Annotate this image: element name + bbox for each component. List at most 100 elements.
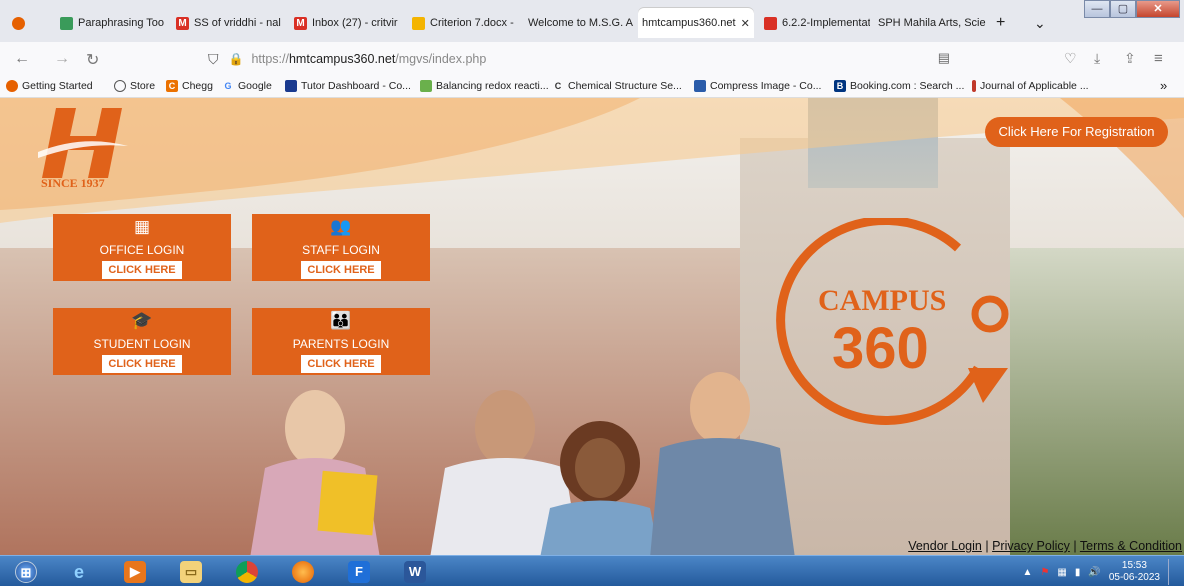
bookmarks-overflow-icon[interactable]: » [1160, 78, 1167, 93]
signal-icon[interactable]: ▮ [1075, 567, 1081, 578]
gmail-icon: M [294, 16, 307, 30]
tab-label: SPH Mahila Arts, Scie [878, 17, 986, 29]
bookmark-booking[interactable]: B Booking.com : Search ... [834, 80, 964, 92]
bookmark-store[interactable]: Store [114, 80, 155, 92]
office-login-label: OFFICE LOGIN [99, 243, 185, 257]
privacy-policy-link[interactable]: Privacy Policy [992, 539, 1070, 553]
globe-icon [114, 80, 126, 92]
bookmark-compress[interactable]: Compress Image - Co... [694, 80, 821, 92]
bookmark-journal[interactable]: Journal of Applicable ... [972, 80, 1089, 92]
tab-paraphrasing[interactable]: Paraphrasing Too [56, 8, 168, 38]
downloads-icon[interactable]: ⤓ [1094, 50, 1100, 67]
browser-nav-bar: ← → ↻ ⛉ 🔒 https://hmtcampus360.net/mgvs/… [0, 42, 1184, 76]
close-window-icon[interactable]: ✕ [1136, 0, 1180, 18]
tab-implementation[interactable]: 6.2.2-Implementat [760, 8, 870, 38]
share-icon[interactable]: ⇪ [1124, 50, 1136, 67]
tab-label: Inbox (27) - critvir [312, 17, 398, 29]
tab-criterion[interactable]: Criterion 7.docx - [408, 8, 520, 38]
group-icon: 👥 [330, 217, 352, 236]
terms-link[interactable]: Terms & Condition [1080, 539, 1182, 553]
bookmark-chemical[interactable]: C Chemical Structure Se... [552, 80, 682, 92]
bookmark-label: Store [130, 80, 156, 92]
tab-hmtcampus-active[interactable]: hmtcampus360.net ✕ [638, 8, 754, 38]
bookmark-label: Booking.com : Search ... [850, 80, 965, 92]
browser-tab-bar: Paraphrasing Too M SS of vriddhi - nal M… [0, 0, 1184, 42]
bookmark-chegg[interactable]: C Chegg [166, 80, 213, 92]
close-tab-icon[interactable]: ✕ [741, 17, 750, 30]
tab-sph-mahila[interactable]: SPH Mahila Arts, Scie [874, 8, 986, 38]
vendor-login-link[interactable]: Vendor Login [908, 539, 982, 553]
bookmarks-bar: Getting Started Store C Chegg G Google T… [0, 76, 1184, 98]
bookmark-getting-started[interactable]: Getting Started [6, 80, 93, 92]
bookmark-balancing[interactable]: Balancing redox reacti... [420, 80, 549, 92]
bookmark-label: Tutor Dashboard - Co... [301, 80, 411, 92]
maximize-icon[interactable]: ▢ [1110, 0, 1136, 18]
office-login-tile[interactable]: ▦ OFFICE LOGIN CLICK HERE [53, 214, 231, 281]
campus360-logo: CAMPUS 360 [776, 218, 1009, 425]
windows-taskbar: ⊞ e ▶ ▭ F W ▲ ⚑ ▦ ▮ 🔊 15:53 05-06-2023 [0, 555, 1184, 586]
tab-welcome-msg[interactable]: Welcome to M.S.G. A [524, 8, 634, 38]
url-scheme: https:// [251, 52, 289, 66]
parents-login-tile[interactable]: 👪 PARENTS LOGIN CLICK HERE [252, 308, 430, 375]
address-bar[interactable]: ⛉ 🔒 https://hmtcampus360.net/mgvs/index.… [208, 47, 956, 71]
firefox-icon [6, 80, 18, 92]
reader-view-icon[interactable]: ▤ [938, 50, 950, 66]
tab-label: 6.2.2-Implementat [782, 17, 870, 29]
tab-label: Criterion 7.docx - [430, 17, 514, 29]
new-tab-button[interactable]: + [992, 8, 1022, 38]
file-explorer-icon[interactable]: ▭ [166, 558, 216, 585]
tab-label: SS of vriddhi - nal [194, 17, 281, 29]
back-icon[interactable]: ← [14, 50, 30, 68]
app-icon[interactable]: F [334, 558, 384, 585]
reload-icon[interactable]: ↻ [86, 50, 99, 70]
parents-icon: 👪 [330, 311, 352, 330]
gmail-icon: M [176, 16, 189, 30]
tab-list-button[interactable]: ⌄ [1030, 8, 1054, 38]
students-photo [250, 372, 795, 555]
bookmark-tutor[interactable]: Tutor Dashboard - Co... [285, 80, 411, 92]
staff-login-button[interactable]: CLICK HERE [301, 261, 381, 279]
student-login-tile[interactable]: 🎓 STUDENT LOGIN CLICK HERE [53, 308, 231, 375]
tutor-icon [285, 80, 297, 92]
student-login-label: STUDENT LOGIN [93, 337, 191, 351]
lock-icon[interactable]: 🔒 [229, 52, 244, 66]
forward-icon[interactable]: → [54, 50, 70, 68]
shield-icon[interactable]: ⛉ [208, 51, 219, 68]
firefox-taskbar-icon[interactable] [278, 558, 328, 585]
tab-inbox[interactable]: M Inbox (27) - critvir [290, 8, 404, 38]
staff-login-tile[interactable]: 👥 STAFF LOGIN CLICK HERE [252, 214, 430, 281]
network-icon[interactable]: ▦ [1057, 567, 1066, 578]
bookmark-label: Chemical Structure Se... [568, 80, 682, 92]
bookmark-google[interactable]: G Google [222, 80, 272, 92]
show-hidden-icons-icon[interactable]: ▲ [1023, 567, 1033, 578]
firefox-menu-icon[interactable] [8, 8, 38, 38]
office-login-button[interactable]: CLICK HERE [102, 261, 182, 279]
student-login-button[interactable]: CLICK HERE [102, 355, 182, 373]
pocket-icon[interactable]: ♡ [1064, 50, 1077, 67]
windows-start-icon[interactable]: ⊞ [2, 558, 50, 585]
doc-icon [764, 16, 777, 30]
parents-login-label: PARENTS LOGIN [292, 337, 390, 351]
window-controls: — ▢ ✕ [1084, 0, 1180, 18]
building-icon: ▦ [133, 217, 151, 236]
google-icon: G [224, 81, 232, 91]
bookmark-label: Google [238, 80, 272, 92]
chrome-icon[interactable] [222, 558, 272, 585]
chegg-icon: C [166, 80, 178, 92]
bookmark-label: Compress Image - Co... [710, 80, 822, 92]
footer-separator: | [1073, 539, 1077, 553]
minimize-icon[interactable]: — [1084, 0, 1110, 18]
media-player-icon[interactable]: ▶ [110, 558, 160, 585]
show-desktop-button[interactable] [1168, 559, 1178, 585]
registration-button[interactable]: Click Here For Registration [985, 117, 1168, 147]
ie-icon[interactable]: e [54, 558, 104, 585]
taskbar-clock[interactable]: 15:53 05-06-2023 [1109, 560, 1160, 584]
volume-icon[interactable]: 🔊 [1088, 567, 1100, 578]
tab-ss-vriddhi[interactable]: M SS of vriddhi - nal [172, 8, 282, 38]
flag-icon[interactable]: ⚑ [1040, 567, 1049, 578]
staff-login-label: STAFF LOGIN [302, 243, 380, 257]
parents-login-button[interactable]: CLICK HERE [301, 355, 381, 373]
tab-label: Paraphrasing Too [78, 17, 165, 29]
menu-icon[interactable]: ≡ [1154, 50, 1163, 67]
word-icon[interactable]: W [390, 558, 440, 585]
